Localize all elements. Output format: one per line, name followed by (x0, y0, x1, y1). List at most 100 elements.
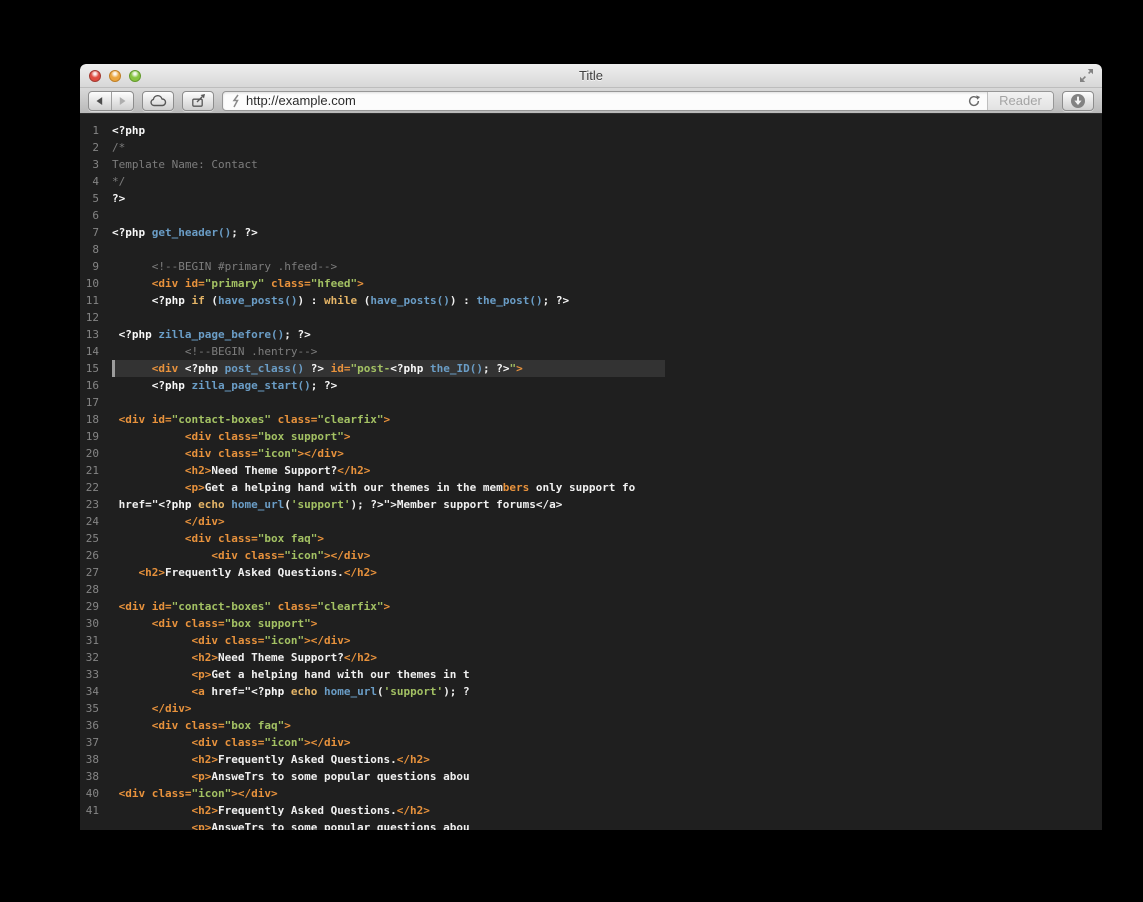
code-text: <a href="<?php echo home_url('support');… (112, 683, 1102, 700)
code-line: 4*/ (80, 173, 1102, 190)
code-line: 19 <div class="box support"> (80, 428, 1102, 445)
code-line: 33 <p>Get a helping hand with our themes… (80, 666, 1102, 683)
code-line: 32 <h2>Need Theme Support?</h2> (80, 649, 1102, 666)
code-text: /* (112, 139, 1102, 156)
icloud-button[interactable] (142, 91, 174, 111)
window-title: Title (80, 64, 1102, 88)
code-line: 37 <div class="icon"></div> (80, 734, 1102, 751)
code-text: <?php get_header(); ?> (112, 224, 1102, 241)
code-text: <div <?php post_class() ?> id="post-<?ph… (112, 360, 1102, 377)
code-text: <div class="box support"> (112, 615, 1102, 632)
code-text: <!--BEGIN .hentry--> (112, 343, 1102, 360)
refresh-icon (967, 94, 981, 108)
forward-button[interactable] (111, 92, 134, 110)
code-line: 25 <div class="box faq"> (80, 530, 1102, 547)
code-text: <div class="box faq"> (112, 717, 1102, 734)
code-line: 1<?php (80, 122, 1102, 139)
code-line: 30 <div class="box support"> (80, 615, 1102, 632)
code-text: <div id="contact-boxes" class="clearfix"… (112, 598, 1102, 615)
code-line: 23 href="<?php echo home_url('support');… (80, 496, 1102, 513)
code-line: 27 <h2>Frequently Asked Questions.</h2> (80, 564, 1102, 581)
code-text: <div class="icon"></div> (112, 547, 1102, 564)
line-number: 38 (80, 768, 112, 785)
history-nav (88, 91, 134, 111)
code-text (112, 309, 1102, 326)
code-text: <h2>Need Theme Support?</h2> (112, 649, 1102, 666)
code-text: <div id="contact-boxes" class="clearfix"… (112, 411, 1102, 428)
line-number: 38 (80, 751, 112, 768)
line-number: 29 (80, 598, 112, 615)
code-line: 41 <h2>Frequently Asked Questions.</h2> (80, 802, 1102, 819)
line-number: 20 (80, 445, 112, 462)
code-line: 29 <div id="contact-boxes" class="clearf… (80, 598, 1102, 615)
line-number: 40 (80, 785, 112, 802)
code-line: 34 <a href="<?php echo home_url('support… (80, 683, 1102, 700)
code-line: 28 (80, 581, 1102, 598)
line-number (80, 819, 112, 830)
url-input[interactable] (246, 93, 961, 108)
code-text: <div class="box faq"> (112, 530, 1102, 547)
code-text: href="<?php echo home_url('support'); ?>… (112, 496, 1102, 513)
code-line: 26 <div class="icon"></div> (80, 547, 1102, 564)
address-bar[interactable]: Reader (222, 91, 1054, 111)
line-number: 22 (80, 479, 112, 496)
code-line: 38 <p>AnsweTrs to some popular questions… (80, 768, 1102, 785)
line-number: 16 (80, 377, 112, 394)
code-line: 3Template Name: Contact (80, 156, 1102, 173)
code-text: <div class="box support"> (112, 428, 1102, 445)
code-line: 20 <div class="icon"></div> (80, 445, 1102, 462)
code-text: <p>AnsweTrs to some popular questions ab… (112, 819, 1102, 830)
line-number: 10 (80, 275, 112, 292)
code-line: 2/* (80, 139, 1102, 156)
line-number: 19 (80, 428, 112, 445)
download-icon (1070, 93, 1086, 109)
titlebar[interactable]: Title (80, 64, 1102, 88)
site-icon (230, 94, 242, 108)
code-text (112, 581, 1102, 598)
line-number: 12 (80, 309, 112, 326)
refresh-button[interactable] (967, 94, 981, 108)
code-text: <h2>Frequently Asked Questions.</h2> (112, 751, 1102, 768)
line-number: 30 (80, 615, 112, 632)
code-line: 21 <h2>Need Theme Support?</h2> (80, 462, 1102, 479)
code-line: 40 <div class="icon"></div> (80, 785, 1102, 802)
code-text: <!--BEGIN #primary .hfeed--> (112, 258, 1102, 275)
code-line: 36 <div class="box faq"> (80, 717, 1102, 734)
line-number: 1 (80, 122, 112, 139)
code-line: 13 <?php zilla_page_before(); ?> (80, 326, 1102, 343)
line-number: 7 (80, 224, 112, 241)
code-line: 10 <div id="primary" class="hfeed"> (80, 275, 1102, 292)
line-number: 3 (80, 156, 112, 173)
cloud-icon (149, 93, 167, 109)
downloads-button[interactable] (1062, 91, 1094, 111)
line-number: 32 (80, 649, 112, 666)
code-text: <?php if (have_posts()) : while (have_po… (112, 292, 1102, 309)
browser-toolbar: Reader (80, 88, 1102, 114)
code-line: 35 </div> (80, 700, 1102, 717)
code-text (112, 394, 1102, 411)
browser-window: Title (80, 64, 1102, 830)
code-text: <?php zilla_page_before(); ?> (112, 326, 1102, 343)
code-text: <h2>Need Theme Support?</h2> (112, 462, 1102, 479)
line-number: 11 (80, 292, 112, 309)
code-text: <p>Get a helping hand with our themes in… (112, 479, 1102, 496)
line-number: 9 (80, 258, 112, 275)
expand-icon[interactable] (1079, 68, 1095, 84)
code-line: <p>AnsweTrs to some popular questions ab… (80, 819, 1102, 830)
line-number: 37 (80, 734, 112, 751)
code-line: 22 <p>Get a helping hand with our themes… (80, 479, 1102, 496)
share-button[interactable] (182, 91, 214, 111)
code-line: 7<?php get_header(); ?> (80, 224, 1102, 241)
code-text: */ (112, 173, 1102, 190)
code-text: <p>AnsweTrs to some popular questions ab… (112, 768, 1102, 785)
reader-button[interactable]: Reader (987, 92, 1053, 110)
code-line: 15 <div <?php post_class() ?> id="post-<… (80, 360, 1102, 377)
line-number: 31 (80, 632, 112, 649)
back-icon (93, 94, 107, 108)
code-text: <div class="icon"></div> (112, 445, 1102, 462)
code-line: 38 <h2>Frequently Asked Questions.</h2> (80, 751, 1102, 768)
code-line: 14 <!--BEGIN .hentry--> (80, 343, 1102, 360)
back-button[interactable] (89, 92, 111, 110)
code-text: <div class="icon"></div> (112, 734, 1102, 751)
line-number: 5 (80, 190, 112, 207)
